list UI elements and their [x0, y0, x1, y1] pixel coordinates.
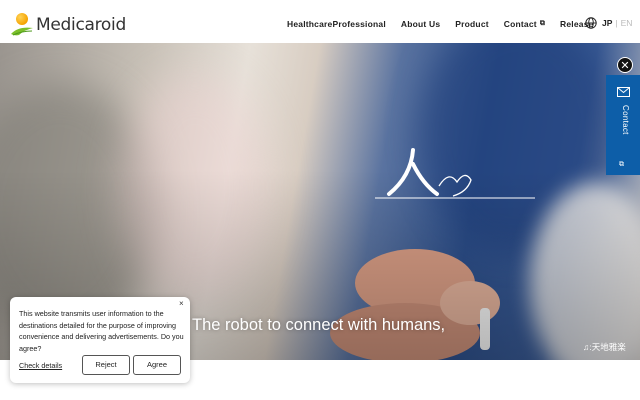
external-link-icon: ⧉ [539, 20, 546, 27]
language-jp[interactable]: JP [602, 18, 612, 28]
language-separator: | [615, 18, 618, 28]
site-header: Medicaroid HealthcareProfessional About … [0, 0, 640, 48]
contact-tab-label: Contact [621, 105, 630, 135]
check-details-link[interactable]: Check details [19, 361, 62, 370]
agree-button[interactable]: Agree [133, 355, 181, 375]
cookie-message: This website transmits user information … [19, 309, 184, 353]
nav-label: About Us [400, 19, 441, 29]
contact-side-tab[interactable]: Contact ⧉ [606, 75, 640, 175]
external-link-icon: ⧉ [619, 161, 624, 168]
cookie-consent-banner: × This website transmits user informatio… [10, 297, 190, 383]
reject-button[interactable]: Reject [82, 355, 130, 375]
hero-caption: The robot to connect with humans, [192, 316, 446, 334]
nav-item-contact[interactable]: Contact ⧉ [504, 19, 545, 29]
logo-mark-icon [10, 12, 34, 38]
music-credit: ♫:天地雅楽 [583, 342, 626, 352]
nav-label: Product [455, 19, 489, 29]
contact-tab-close-button[interactable]: ✕ [617, 57, 633, 73]
nav-item-about-us[interactable]: About Us [401, 19, 440, 29]
nav-item-product[interactable]: Product [455, 19, 489, 29]
language-switcher: JP | EN [585, 17, 632, 29]
language-en[interactable]: EN [621, 18, 633, 28]
hito-kanji-mark-icon [375, 148, 535, 199]
nav-label: Contact [503, 19, 537, 29]
globe-icon [585, 17, 597, 29]
cookie-close-button[interactable]: × [179, 299, 184, 308]
medicaroid-logo[interactable]: Medicaroid [10, 12, 126, 38]
main-nav: HealthcareProfessional About Us Product … [287, 0, 609, 48]
mail-icon [617, 87, 630, 97]
nav-label: HealthcareProfessional [287, 19, 386, 29]
brand-name: Medicaroid [36, 15, 126, 35]
nav-item-healthcare-professional[interactable]: HealthcareProfessional [287, 19, 386, 29]
